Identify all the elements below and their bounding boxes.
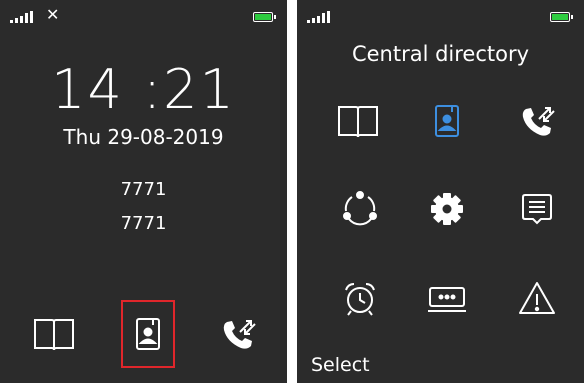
messages-icon[interactable] — [512, 184, 562, 234]
line-number-2: 7771 — [120, 213, 167, 234]
keyboard-icon[interactable] — [422, 274, 472, 324]
clock-time: 14 :21 — [51, 58, 236, 121]
status-bar — [307, 8, 574, 26]
menu-title: Central directory — [351, 42, 530, 66]
settings-gear-icon[interactable] — [422, 184, 472, 234]
signal-strength-icon — [307, 11, 330, 23]
central-directory-icon[interactable] — [422, 97, 472, 147]
menu-screen: Central directory Select — [297, 0, 584, 383]
call-log-icon[interactable] — [213, 310, 263, 360]
signal-strength-icon — [10, 11, 33, 23]
phonebook-icon[interactable] — [29, 310, 79, 360]
battery-icon — [253, 12, 276, 22]
clock-date: Thu 29-08-2019 — [63, 125, 224, 149]
connections-icon[interactable] — [335, 184, 385, 234]
idle-screen: ✕ 14 :21 Thu 29-08-2019 7771 7771 — [0, 0, 287, 383]
call-log-icon[interactable] — [512, 97, 562, 147]
warning-icon[interactable] — [512, 274, 562, 324]
phonebook-icon[interactable] — [333, 97, 383, 147]
x-icon: ✕ — [46, 5, 60, 24]
battery-icon — [550, 12, 573, 22]
select-softkey[interactable]: Select — [311, 353, 370, 377]
status-bar: ✕ — [10, 5, 277, 26]
alarm-clock-icon[interactable] — [335, 274, 385, 324]
central-directory-icon[interactable] — [123, 310, 173, 360]
line-number-1: 7771 — [120, 179, 167, 200]
